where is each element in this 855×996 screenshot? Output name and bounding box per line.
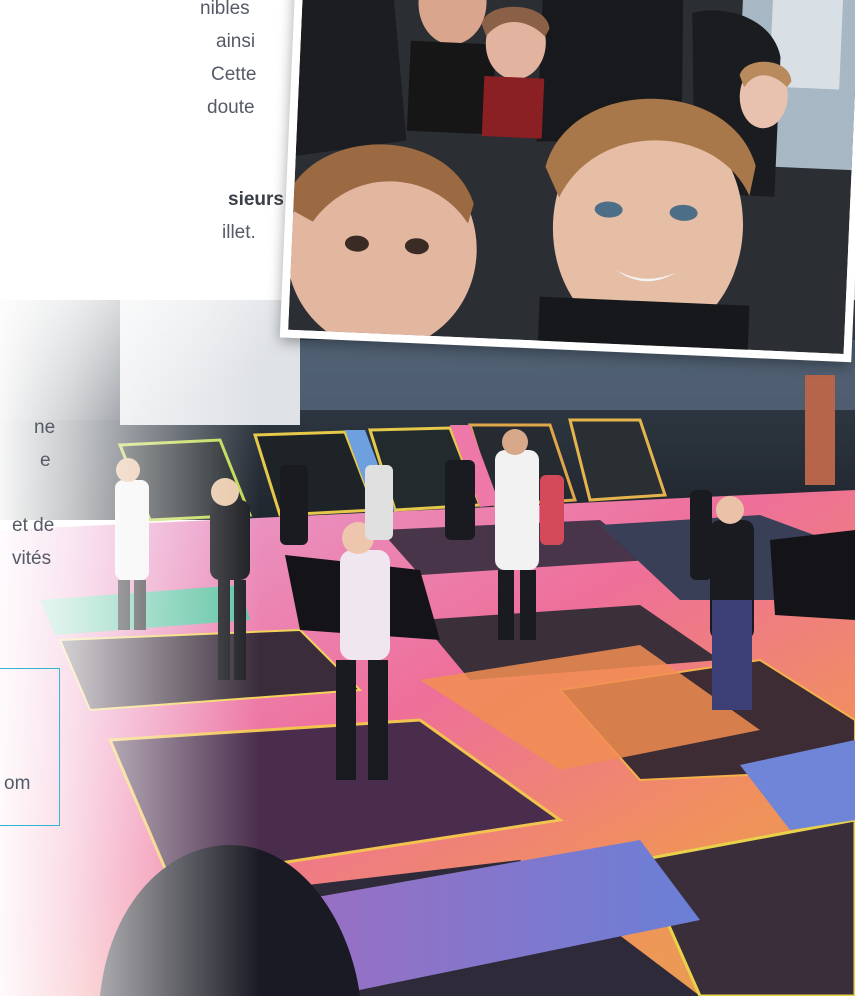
- trampoline-park-photo: [0, 300, 855, 996]
- text-line: e: [40, 450, 51, 471]
- text-line: doute: [207, 97, 255, 118]
- text-line: ne: [34, 417, 56, 438]
- info-box: om: [0, 668, 60, 826]
- info-box-text: om: [4, 773, 31, 794]
- text-line: Cette: [211, 64, 257, 85]
- bus-selfie-photo: [279, 0, 855, 363]
- text-line: vités: [12, 548, 52, 569]
- text-line: ainsi: [216, 31, 256, 52]
- text-line: illet.: [222, 222, 256, 243]
- text-line-bold: sieurs: [228, 189, 284, 210]
- text-line: nibles: [200, 0, 250, 19]
- text-line: et de: [12, 515, 55, 536]
